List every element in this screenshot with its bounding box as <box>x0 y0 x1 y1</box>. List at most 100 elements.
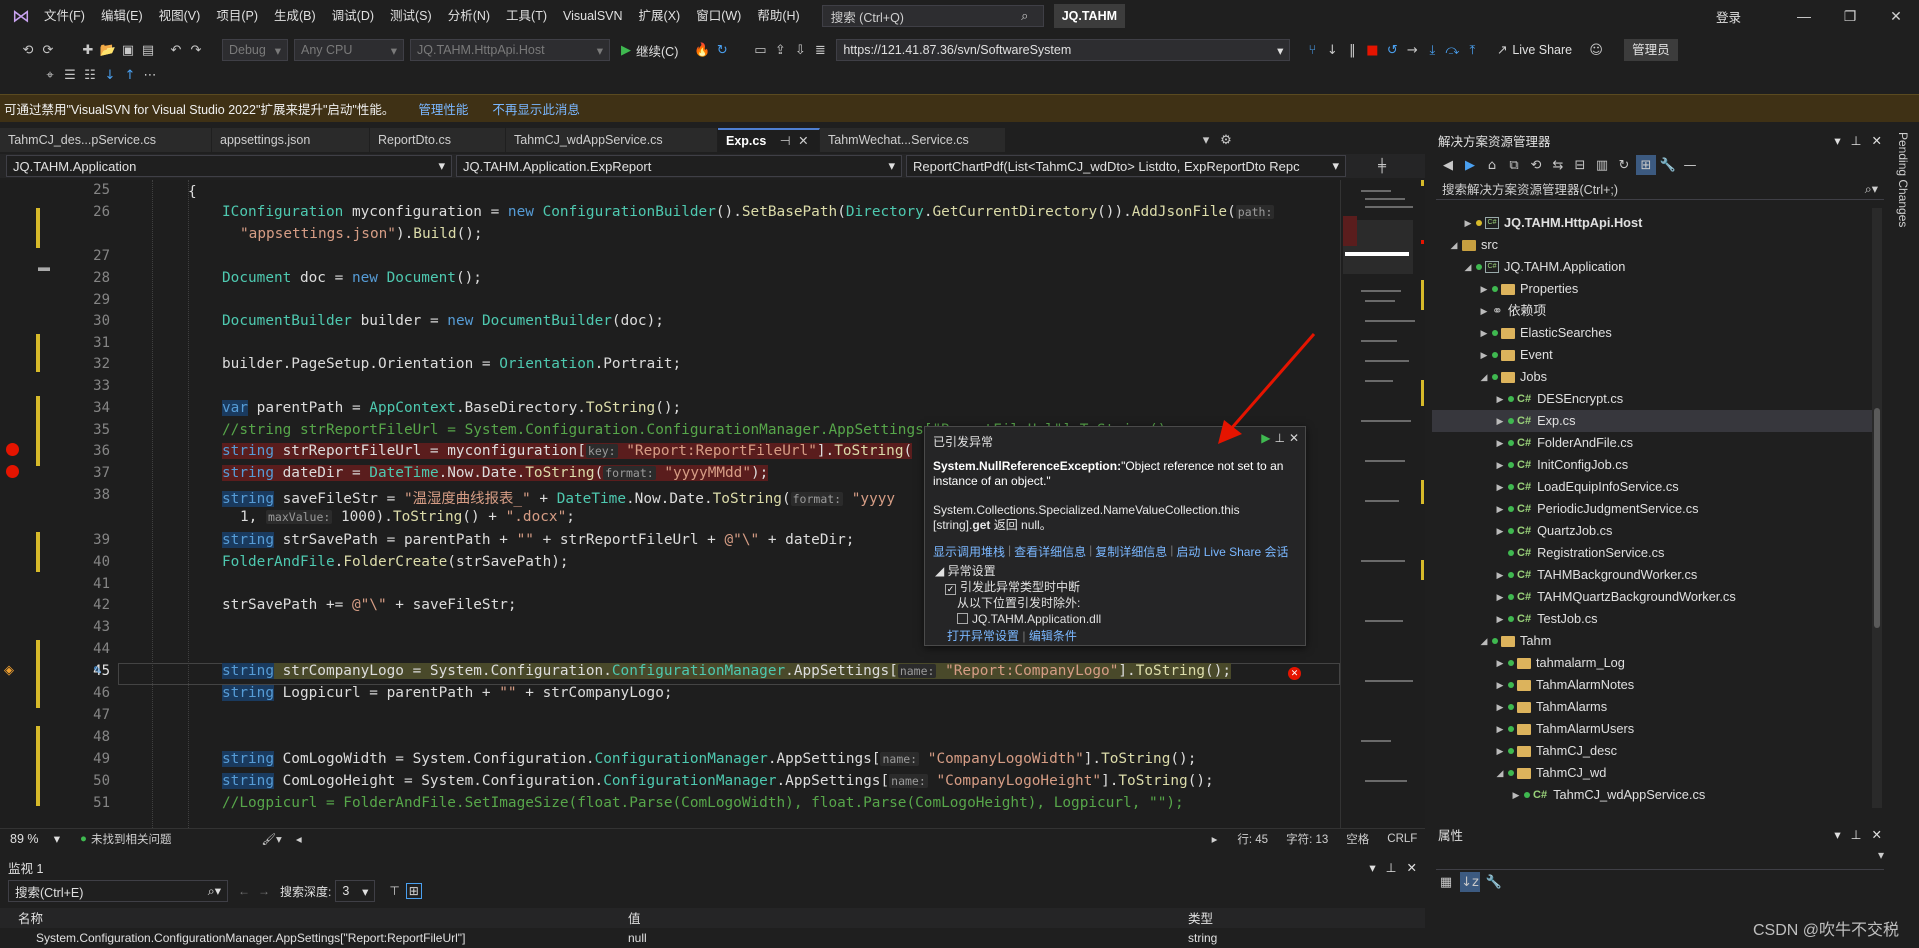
new-project-icon[interactable]: ✚ <box>78 40 98 60</box>
stop-icon[interactable]: ■ <box>1362 40 1382 60</box>
dont-show-again-link[interactable]: 不再显示此消息 <box>492 99 580 118</box>
tab-reportdto[interactable]: ReportDto.cs <box>370 128 506 152</box>
feedback-icon[interactable]: ☺ <box>1586 40 1606 60</box>
column-indicator[interactable]: 字符: 13 <box>1286 831 1328 847</box>
forward-arrow-icon[interactable]: → <box>258 884 270 898</box>
back-icon[interactable]: ⟲ <box>18 40 38 60</box>
collapse-all-icon[interactable]: ⊟ <box>1570 155 1590 175</box>
step-over-icon[interactable]: ⤼ <box>1442 40 1462 60</box>
tab-appsettings[interactable]: appsettings.json <box>212 128 370 152</box>
back-icon[interactable]: ◀ <box>1438 155 1458 175</box>
global-search-input[interactable]: 搜索 (Ctrl+Q) ⌕ <box>821 5 1044 27</box>
tree-item-tahmalarmnotes[interactable]: ▶ TahmAlarmNotes <box>1492 674 1635 696</box>
close-icon[interactable]: ✕ <box>1407 860 1417 875</box>
pin-icon[interactable]: ⊥ <box>1851 827 1862 842</box>
minimize-icon[interactable]: — <box>1781 0 1827 32</box>
scroll-left-icon[interactable]: ◂ <box>296 832 302 846</box>
pin-icon[interactable]: ⊣ <box>780 134 791 148</box>
collapse-triangle-icon[interactable]: ◢ <box>935 564 944 578</box>
preview-icon[interactable]: — <box>1680 155 1700 175</box>
svn-url-select[interactable]: https://121.41.87.36/svn/SoftwareSystem ▾ <box>836 39 1291 61</box>
tree-item-loadequipinfoservice[interactable]: ▶ C# LoadEquipInfoService.cs <box>1492 476 1679 498</box>
watch-search-input[interactable]: 搜索(Ctrl+E) ⌕▾ <box>8 880 228 902</box>
show-all-files-icon[interactable]: ▥ <box>1592 155 1612 175</box>
dropdown-icon[interactable]: ▾ <box>1834 133 1840 148</box>
module-exclude-checkbox[interactable] <box>957 613 968 624</box>
tree-item-tahmquartzbackgroundworker[interactable]: ▶ C# TAHMQuartzBackgroundWorker.cs <box>1492 586 1736 608</box>
svn-log-icon[interactable]: ≣ <box>810 40 830 60</box>
column-header-type[interactable]: 类型 <box>1180 908 1420 928</box>
svn-commit-icon[interactable]: ⇪ <box>770 40 790 60</box>
tree-item-periodicjudgmentservice[interactable]: ▶ C# PeriodicJudgmentService.cs <box>1492 498 1699 520</box>
tab-exp[interactable]: Exp.cs ⊣ ✕ <box>718 128 820 152</box>
overflow-icon[interactable]: ⋯ <box>140 65 160 85</box>
pin-icon[interactable]: ⊥ <box>1386 860 1397 875</box>
menu-view[interactable]: 视图(V) <box>151 0 209 32</box>
restore-icon[interactable]: ❐ <box>1827 0 1873 32</box>
tree-item-elasticsearches[interactable]: ▶ ElasticSearches <box>1476 322 1612 344</box>
login-link[interactable]: 登录 <box>1716 7 1741 26</box>
pin-icon[interactable]: ⊥ <box>1851 133 1862 148</box>
close-tab-icon[interactable]: ✕ <box>798 134 808 148</box>
table-row[interactable]: System.Configuration.ConfigurationManage… <box>0 928 1425 948</box>
menu-tools[interactable]: 工具(T) <box>498 0 555 32</box>
live-share-button[interactable]: Live Share <box>1512 43 1572 57</box>
pending-changes-filter-icon[interactable]: ⟲ <box>1526 155 1546 175</box>
zoom-select[interactable]: 89 % ▾ <box>4 829 66 848</box>
column-header-value[interactable]: 值 <box>620 908 1180 928</box>
svn-folder-icon[interactable]: ▭ <box>750 40 770 60</box>
manage-performance-link[interactable]: 管理性能 <box>418 99 468 118</box>
menu-analyze[interactable]: 分析(N) <box>440 0 498 32</box>
active-filter-icon[interactable]: ⊞ <box>1636 155 1656 175</box>
menu-build[interactable]: 生成(B) <box>266 0 324 32</box>
brush-icon[interactable]: 🖌▾ <box>261 832 281 846</box>
continue-play-icon[interactable]: ▶ <box>616 40 636 60</box>
platform-select[interactable]: Any CPU ▾ <box>294 39 404 61</box>
tree-item-registrationservice[interactable]: C# RegistrationService.cs <box>1492 542 1664 564</box>
project-nav-select[interactable]: JQ.TAHM.Application ▾ <box>6 155 452 177</box>
undo-icon[interactable]: ↶ <box>166 40 186 60</box>
svn-update-icon[interactable]: ⇩ <box>790 40 810 60</box>
dropdown-icon[interactable]: ▾ <box>1369 860 1375 875</box>
tree-item-tahmalarmusers[interactable]: ▶ TahmAlarmUsers <box>1492 718 1635 740</box>
break-on-exception-checkbox[interactable]: ✓ <box>945 584 956 595</box>
tab-tahmcj-wd-service[interactable]: TahmCJ_wdAppService.cs <box>506 128 718 152</box>
menu-extensions[interactable]: 扩展(X) <box>631 0 689 32</box>
tree-item-dependencies[interactable]: ▶ ⚭ 依赖项 <box>1476 300 1547 322</box>
restart-icon[interactable]: ↻ <box>712 40 732 60</box>
branch-icon[interactable]: ⑂ <box>1302 40 1322 60</box>
forward-icon[interactable]: ▶ <box>1460 155 1480 175</box>
move-up-icon[interactable]: ↑ <box>120 65 140 85</box>
tree-item-tahmbackgroundworker[interactable]: ▶ C# TAHMBackgroundWorker.cs <box>1492 564 1698 586</box>
tree-item-tahm[interactable]: ◢ Tahm <box>1476 630 1552 652</box>
tree-item-application[interactable]: ◢ C# JQ.TAHM.Application <box>1460 256 1626 278</box>
save-all-icon[interactable]: ▤ <box>138 40 158 60</box>
close-window-icon[interactable]: ✕ <box>1873 0 1919 32</box>
pending-changes-sidebar[interactable]: Pending Changes <box>1888 128 1919 948</box>
breakpoint-icon[interactable] <box>6 443 19 456</box>
tree-item-tahmcj-desc[interactable]: ▶ TahmCJ_desc <box>1492 740 1618 762</box>
sync-icon[interactable]: ⇆ <box>1548 155 1568 175</box>
solution-scrollbar[interactable] <box>1872 208 1882 808</box>
menu-edit[interactable]: 编辑(E) <box>93 0 151 32</box>
view-details-link[interactable]: 查看详细信息 <box>1014 543 1086 560</box>
tree-item-jobs[interactable]: ◢ Jobs <box>1476 366 1548 388</box>
pause-icon[interactable]: ‖ <box>1342 40 1362 60</box>
hot-reload-icon[interactable]: 🔥 <box>692 40 712 60</box>
categorized-icon[interactable]: ▦ <box>1436 872 1456 892</box>
menu-test[interactable]: 测试(S) <box>382 0 440 32</box>
show-call-stack-link[interactable]: 显示调用堆栈 <box>933 543 1005 560</box>
uncomment-icon[interactable]: ☷ <box>80 65 100 85</box>
menu-project[interactable]: 项目(P) <box>208 0 266 32</box>
edit-pencil-icon[interactable]: ✎ <box>93 664 102 677</box>
split-icon[interactable]: ╪ <box>1372 156 1392 176</box>
settings-gear-icon[interactable]: ⚙ <box>1216 128 1236 152</box>
edit-conditions-link[interactable]: 编辑条件 <box>1029 629 1077 643</box>
member-nav-select[interactable]: ReportChartPdf(List<TahmCJ_wdDto> Listdt… <box>906 155 1346 177</box>
scroll-right-icon[interactable]: ▸ <box>1212 832 1218 846</box>
column-header-name[interactable]: 名称 <box>0 908 620 928</box>
refresh-icon[interactable]: ↻ <box>1614 155 1634 175</box>
tree-item-desencrypt[interactable]: ▶ C# DESEncrypt.cs <box>1492 388 1624 410</box>
tree-item-event[interactable]: ▶ Event <box>1476 344 1553 366</box>
home-icon[interactable]: ⌂ <box>1482 155 1502 175</box>
